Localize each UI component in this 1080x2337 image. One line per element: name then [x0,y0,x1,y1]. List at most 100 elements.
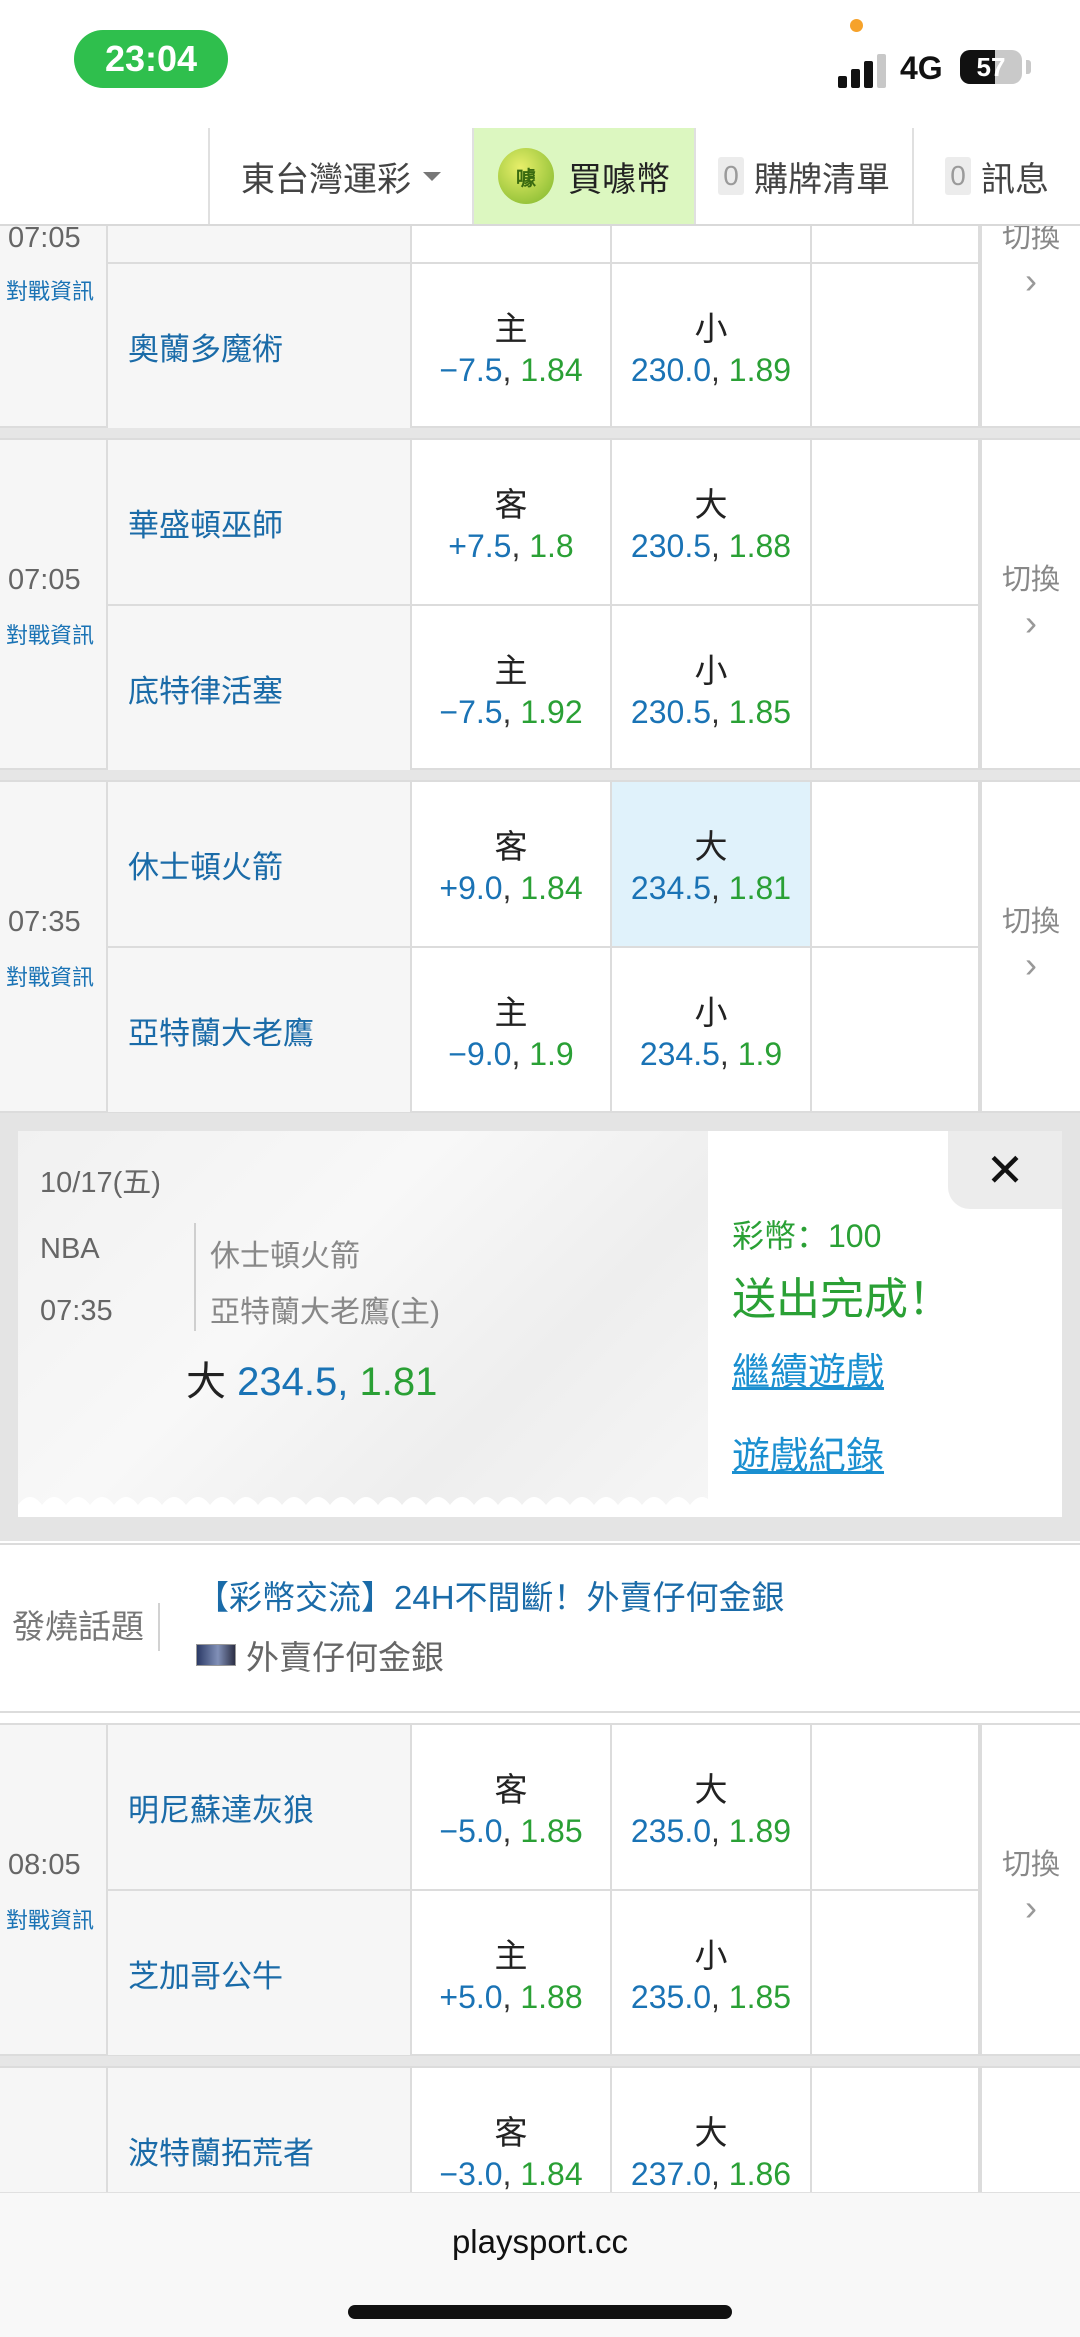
game-time-column: 08:05 對戰資訊 [0,1725,108,2054]
total-odds: 230.5, 1.85 [630,694,792,730]
spread-price: 1.88 [520,1979,583,2015]
switch-button[interactable]: 切換 › [980,202,1080,426]
empty-cell [812,440,980,604]
submit-success-message: 送出完成！ [732,1275,952,1324]
total-bet-button-selected[interactable]: 大 234.5, 1.81 [612,782,812,946]
battery-level: 57 [976,52,1006,82]
total-pick: 大 [694,2114,728,2151]
continue-game-link[interactable]: 繼續遊戲 [732,1341,884,1396]
total-line: 234.5 [630,870,711,906]
team-name[interactable]: 明尼蘇達灰狼 [108,1725,412,1889]
ticket-divider [194,1223,196,1331]
caret-down-icon [423,171,441,181]
spread-price: 1.8 [529,528,574,564]
home-indicator[interactable] [348,2305,732,2319]
spread-line: +5.0 [439,1979,503,2015]
region-dropdown[interactable]: 東台灣運彩 [208,128,472,224]
close-icon[interactable]: ✕ [948,1131,1062,1209]
spread-price: 1.84 [520,870,583,906]
spread-bet-button[interactable]: 主 −7.5, 1.92 [412,606,612,770]
team-name[interactable]: 華盛頓巫師 [108,440,412,604]
author-avatar [196,1644,236,1666]
team-row: 休士頓火箭 客 +9.0, 1.84 大 234.5, 1.81 [108,782,980,946]
team-name[interactable]: 亞特蘭大老鷹 [108,948,412,1112]
total-price: 1.9 [737,1036,783,1072]
privacy-indicator-icon [850,19,863,32]
buy-coins-button[interactable]: 噱 買噱幣 [472,128,694,224]
status-time[interactable]: 23:04 [74,30,228,88]
region-label: 東台灣運彩 [241,160,411,199]
total-price: 1.86 [728,2156,792,2192]
game-time: 07:05 [8,222,81,254]
spread-bet-button[interactable]: 客 +7.5, 1.8 [412,440,612,604]
chevron-right-icon: › [1025,944,1037,985]
spread-bet-button[interactable]: 主 −7.5, 1.84 [412,264,612,428]
spread-bet-button[interactable]: 主 +5.0, 1.88 [412,1891,612,2055]
team-name[interactable]: 休士頓火箭 [108,782,412,946]
spread-line: −7.5 [439,352,503,388]
game-row: 08:05 對戰資訊 明尼蘇達灰狼 客 −5.0, 1.85 大 235.0, … [0,1723,1080,2056]
ticket-home-team: 亞特蘭大老鷹(主) [210,1296,440,1329]
matchup-info-link[interactable]: 對戰資訊 [6,618,94,650]
switch-button[interactable]: 切換 › [980,440,1080,768]
coin-amount: 彩幣：100 [732,1218,882,1254]
matchup-info-link[interactable]: 對戰資訊 [6,960,94,992]
buy-coins-label: 買噱幣 [568,160,670,199]
total-bet-button[interactable]: 小 230.0, 1.89 [612,264,812,428]
game-time-column: 07:05 對戰資訊 [0,440,108,768]
total-odds: 230.0, 1.89 [630,352,792,388]
ticket-count-badge: 0 [718,157,744,195]
spread-odds: +5.0, 1.88 [439,1979,583,2015]
switch-button[interactable]: 切換 › [980,1725,1080,2054]
total-pick: 小 [694,1937,728,1974]
team-name[interactable]: 底特律活塞 [108,606,412,770]
ticket-list-button[interactable]: 0 購牌清單 [694,128,912,224]
total-pick: 小 [694,310,728,347]
spread-bet-button[interactable]: 客 +9.0, 1.84 [412,782,612,946]
browser-address-bar[interactable]: playsport.cc [0,2192,1080,2337]
total-bet-button[interactable]: 小 230.5, 1.85 [612,606,812,770]
team-name[interactable]: 芝加哥公牛 [108,1891,412,2055]
spread-bet-button[interactable]: 主 −9.0, 1.9 [412,948,612,1112]
total-line: 237.0 [630,2156,711,2192]
total-bet-button[interactable]: 大 230.5, 1.88 [612,440,812,604]
game-row: 07:35 對戰資訊 休士頓火箭 客 +9.0, 1.84 大 234.5, 1… [0,780,1080,1113]
game-time: 07:35 [8,906,81,938]
ticket-away-team: 休士頓火箭 [210,1240,360,1273]
team-name[interactable]: 奧蘭多魔術 [108,264,412,428]
messages-button[interactable]: 0 訊息 [912,128,1080,224]
game-time-column: 07:35 對戰資訊 [0,782,108,1111]
game-separator [0,428,1080,438]
battery-tip [1026,60,1031,74]
spread-pick: 客 [494,1771,528,1808]
switch-label: 切換 [1001,1849,1060,1881]
matchup-info-link[interactable]: 對戰資訊 [6,1903,94,1935]
spread-price: 1.84 [520,2156,583,2192]
spread-odds: −9.0, 1.9 [448,1036,574,1072]
author-name: 外賣仔何金銀 [246,1639,444,1676]
matchup-info-link[interactable]: 對戰資訊 [6,274,94,306]
total-odds: 235.0, 1.85 [630,1979,792,2015]
total-bet-button[interactable]: 大 235.0, 1.89 [612,1725,812,1889]
total-line: 230.5 [630,528,711,564]
game-separator [0,770,1080,780]
url-text[interactable]: playsport.cc [0,2223,1080,2261]
switch-button[interactable]: 切換 › [980,782,1080,1111]
spread-price: 1.84 [520,352,583,388]
team-row: 底特律活塞 主 −7.5, 1.92 小 230.5, 1.85 [108,604,980,770]
ticket-date: 10/17(五) [40,1167,161,1199]
hot-topic-banner[interactable]: 發燒話題 【彩幣交流】24H不間斷！外賣仔何金銀 外賣仔何金銀 [0,1543,1080,1713]
chevron-right-icon: › [1025,1887,1037,1928]
total-bet-button[interactable]: 小 235.0, 1.85 [612,1891,812,2055]
total-odds: 234.5, 1.9 [639,1036,783,1072]
spread-pick: 主 [494,652,528,689]
spread-line: −7.5 [439,694,503,730]
hot-topic-title[interactable]: 【彩幣交流】24H不間斷！外賣仔何金銀 [196,1571,785,1619]
game-time-column: 07:05 對戰資訊 [0,202,108,426]
game-history-link[interactable]: 遊戲紀錄 [732,1425,884,1480]
total-bet-button[interactable]: 小 234.5, 1.9 [612,948,812,1112]
ticket-price: 1.81 [359,1360,438,1404]
total-odds: 237.0, 1.86 [630,2156,792,2192]
spread-bet-button[interactable]: 客 −5.0, 1.85 [412,1725,612,1889]
ticket-list-label: 購牌清單 [754,160,890,199]
